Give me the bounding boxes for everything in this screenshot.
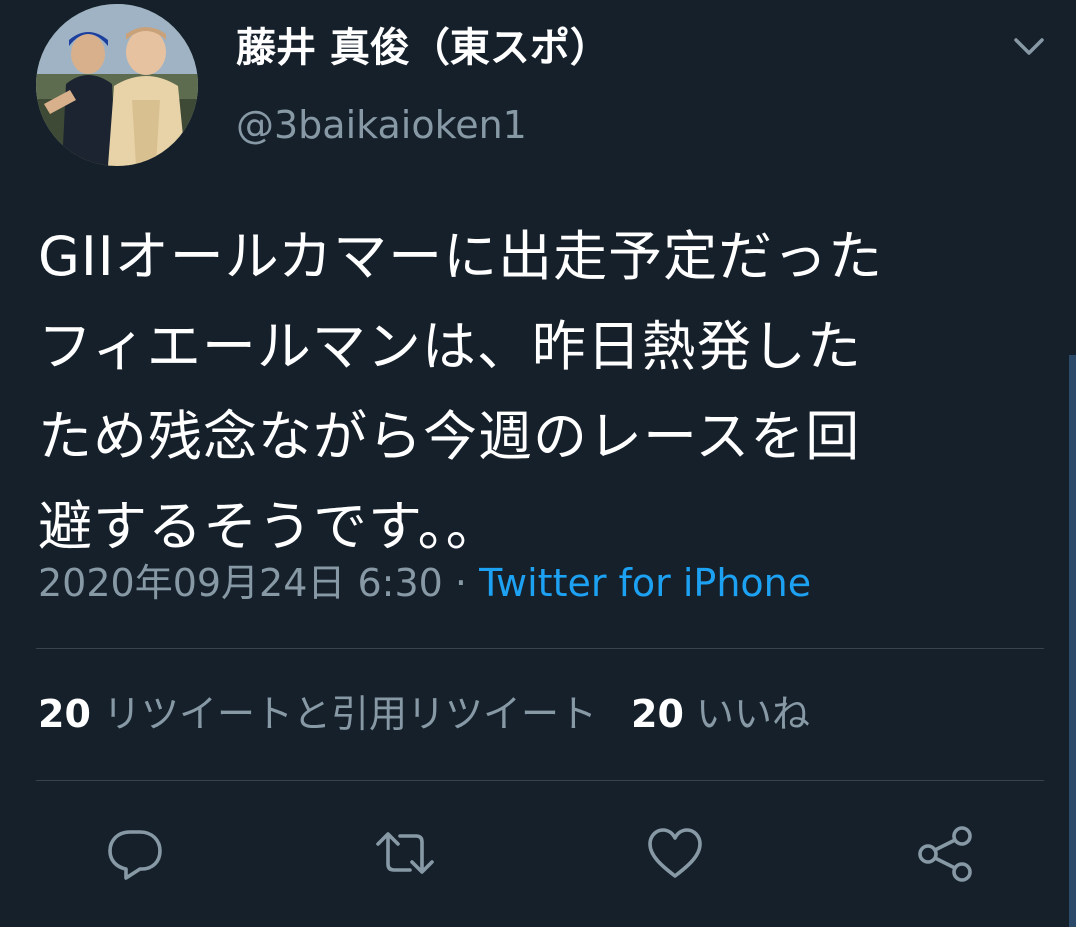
tweet-source-link[interactable]: Twitter for iPhone <box>479 561 811 605</box>
meta-separator: · <box>454 561 468 605</box>
retweet-count: 20 <box>38 692 91 736</box>
retweet-label: リツイートと引用リツイート <box>102 692 597 736</box>
tweet-text-line: フィエールマンは、昨日熱発した <box>38 315 862 378</box>
tweet-meta: 2020年09月24日 6:30 · Twitter for iPhone <box>38 556 811 610</box>
share-icon[interactable] <box>910 818 980 888</box>
tweet-stats: 20 リツイートと引用リツイート 20 いいね <box>38 686 810 742</box>
tweet-timestamp[interactable]: 2020年09月24日 6:30 <box>38 561 443 605</box>
reply-icon[interactable] <box>100 818 170 888</box>
action-bar <box>0 818 1076 888</box>
divider <box>36 648 1044 649</box>
divider <box>36 780 1044 781</box>
tweet-detail: 藤井 真俊（東スポ） @3baikaioken1 GIIオールカマーに出走予定だ… <box>0 0 1076 927</box>
heart-icon[interactable] <box>640 818 710 888</box>
avatar-photo <box>36 4 198 166</box>
author-avatar[interactable] <box>36 4 198 166</box>
tweet-text: GIIオールカマーに出走予定だった フィエールマンは、昨日熱発した ため残念なが… <box>38 212 1048 572</box>
tweet-text-line: ため残念ながら今週のレースを回 <box>38 405 861 468</box>
tweet-text-line: GIIオールカマーに出走予定だった <box>38 225 884 288</box>
like-count: 20 <box>631 692 684 736</box>
chevron-down-icon[interactable] <box>1010 30 1048 64</box>
retweet-icon[interactable] <box>370 818 440 888</box>
author-name[interactable]: 藤井 真俊（東スポ） <box>236 20 610 76</box>
like-stat[interactable]: 20 いいね <box>631 692 810 736</box>
like-label: いいね <box>695 692 810 736</box>
scrollbar[interactable] <box>1069 355 1076 927</box>
retweet-stat[interactable]: 20 リツイートと引用リツイート <box>38 692 597 736</box>
author-handle[interactable]: @3baikaioken1 <box>236 98 527 152</box>
